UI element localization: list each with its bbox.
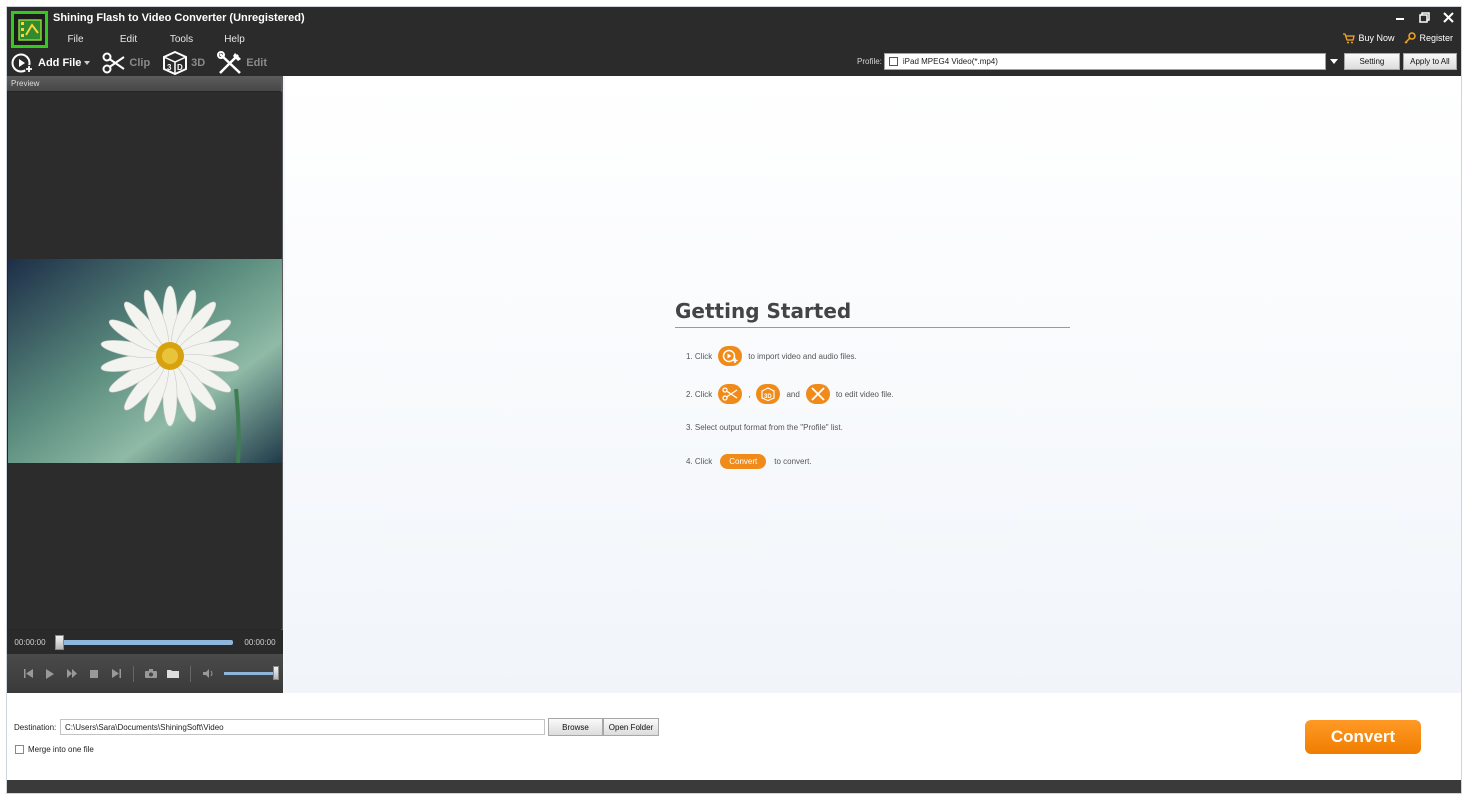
add-file-icon <box>11 53 33 73</box>
playback-controls <box>7 654 283 693</box>
step-4-suffix: to convert. <box>774 457 812 466</box>
folder-icon[interactable] <box>162 664 184 684</box>
menu-edit[interactable]: Edit <box>102 34 155 45</box>
merge-checkbox[interactable] <box>15 745 24 754</box>
menu-bar: File Edit Tools Help <box>49 34 261 45</box>
divider <box>133 665 134 682</box>
restore-icon[interactable] <box>1417 9 1431 25</box>
3d-label: 3D <box>191 57 206 69</box>
add-file-label: Add File <box>38 57 82 69</box>
merge-label: Merge into one file <box>28 745 94 754</box>
profile-label: Profile: <box>857 57 882 66</box>
merge-option[interactable]: Merge into one file <box>15 745 94 754</box>
format-icon <box>888 57 898 66</box>
3d-button[interactable]: 3 D 3D <box>162 51 205 75</box>
destination-label: Destination: <box>14 723 57 732</box>
getting-started: Getting Started 1. Click to import video… <box>675 299 1070 469</box>
current-time: 00:00:00 <box>14 637 46 647</box>
buy-now-link[interactable]: Buy Now <box>1343 32 1394 44</box>
register-link[interactable]: Register <box>1404 32 1453 44</box>
preview-header: Preview <box>7 76 281 91</box>
step-3: 3. Select output format from the "Profil… <box>683 423 846 432</box>
volume-icon[interactable] <box>197 664 219 684</box>
edit-button[interactable]: Edit <box>217 51 267 75</box>
main-toolbar: Add File Clip 3 D 3D Edit <box>11 51 279 75</box>
destination-input[interactable]: C:\Users\Sara\Documents\ShiningSoft\Vide… <box>60 719 545 735</box>
tools-icon <box>217 51 242 74</box>
title-toolbar: Shining Flash to Video Converter (Unregi… <box>7 7 1461 76</box>
clip-label: Clip <box>129 57 151 69</box>
volume-thumb[interactable] <box>273 666 279 680</box>
3d-cube-icon: 3 D <box>163 51 188 75</box>
app-logo-icon <box>11 11 48 48</box>
tools-icon <box>805 384 830 404</box>
total-time: 00:00:00 <box>244 637 276 647</box>
step-2-comma: , <box>748 389 751 399</box>
setting-button[interactable]: Setting <box>1343 53 1400 70</box>
status-bar <box>7 780 1461 793</box>
scissors-icon <box>102 52 125 74</box>
getting-started-title: Getting Started <box>675 299 1070 328</box>
menu-file[interactable]: File <box>49 34 102 45</box>
menu-tools[interactable]: Tools <box>155 34 208 45</box>
previous-icon[interactable] <box>17 664 39 684</box>
step-4: 4. Click Convert to convert. <box>683 454 815 469</box>
seek-thumb[interactable] <box>55 634 64 650</box>
seek-bar: 00:00:00 00:00:00 <box>7 630 283 654</box>
main-pane: Getting Started 1. Click to import video… <box>285 76 1461 693</box>
step-2-suffix: to edit video file. <box>835 389 894 399</box>
step-3-text: 3. Select output format from the "Profil… <box>686 423 843 432</box>
step-2: 2. Click , 3D and to edit video file. <box>683 384 897 404</box>
stop-icon[interactable] <box>83 664 105 684</box>
svg-text:3D: 3D <box>764 394 772 400</box>
profile-value: iPad MPEG4 Video(*.mp4) <box>902 57 998 66</box>
step-1: 1. Click to import video and audio files… <box>683 346 860 366</box>
scissors-icon <box>718 384 743 404</box>
app-window: Shining Flash to Video Converter (Unregi… <box>6 6 1462 794</box>
bottom-panel: Destination: C:\Users\Sara\Documents\Shi… <box>7 693 1461 780</box>
menu-help[interactable]: Help <box>208 34 261 45</box>
close-icon[interactable] <box>1441 9 1455 25</box>
step-2-and: and <box>786 389 800 399</box>
profile-select[interactable]: iPad MPEG4 Video(*.mp4) <box>883 53 1326 70</box>
step-2-prefix: 2. Click <box>686 389 713 399</box>
convert-button[interactable]: Convert <box>1305 720 1421 754</box>
add-file-icon <box>718 346 743 366</box>
key-icon <box>1404 32 1417 44</box>
play-icon[interactable] <box>39 664 61 684</box>
cart-icon <box>1343 32 1356 43</box>
minimize-icon[interactable] <box>1393 9 1407 25</box>
add-file-button[interactable]: Add File <box>11 52 91 74</box>
camera-icon[interactable] <box>140 664 162 684</box>
divider <box>190 665 191 682</box>
top-links: Buy Now Register <box>1343 32 1453 44</box>
preview-pane: Preview 00:00:00 00:00:00 <box>7 76 283 693</box>
fast-forward-icon[interactable] <box>61 664 83 684</box>
browse-button[interactable]: Browse <box>548 718 603 736</box>
preview-screen <box>8 92 282 629</box>
svg-text:D: D <box>177 63 183 72</box>
step-4-prefix: 4. Click <box>686 457 713 466</box>
preview-image <box>8 259 282 463</box>
open-folder-button[interactable]: Open Folder <box>603 718 659 736</box>
volume-slider[interactable] <box>224 666 279 680</box>
svg-text:3: 3 <box>167 63 172 72</box>
clip-button[interactable]: Clip <box>102 52 150 74</box>
edit-label: Edit <box>246 57 268 69</box>
apply-to-all-button[interactable]: Apply to All <box>1402 53 1457 70</box>
convert-pill: Convert <box>720 454 767 469</box>
profile-dropdown-icon[interactable] <box>1327 53 1341 70</box>
dropdown-arrow-icon[interactable] <box>84 61 91 65</box>
seek-track[interactable] <box>55 634 233 650</box>
step-1-prefix: 1. Click <box>686 351 713 361</box>
window-controls <box>1393 9 1455 25</box>
step-1-suffix: to import video and audio files. <box>748 351 857 361</box>
register-label: Register <box>1419 33 1453 43</box>
next-icon[interactable] <box>105 664 127 684</box>
profile-row: Profile: iPad MPEG4 Video(*.mp4) Setting… <box>857 53 1457 70</box>
3d-cube-icon: 3D <box>756 384 781 404</box>
window-title: Shining Flash to Video Converter (Unregi… <box>53 12 305 24</box>
buy-now-label: Buy Now <box>1358 33 1395 43</box>
